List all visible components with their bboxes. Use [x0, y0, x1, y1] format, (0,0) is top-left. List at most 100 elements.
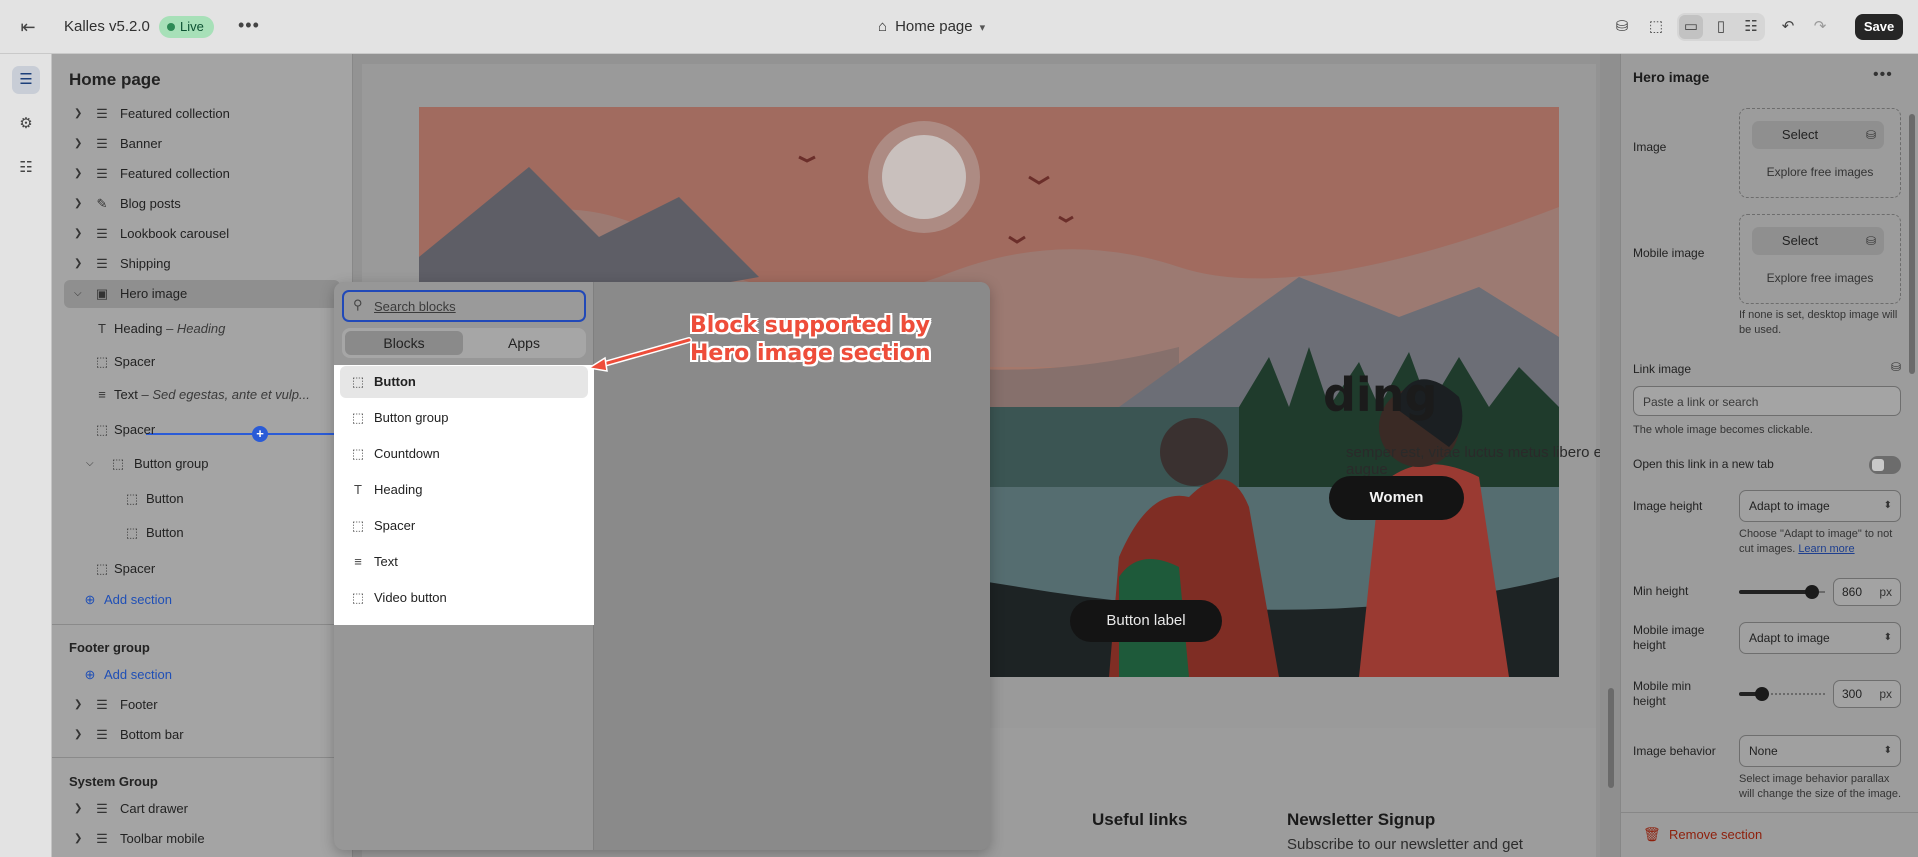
block-item[interactable]: ⬚ Button	[64, 519, 340, 547]
section-item-hero-image[interactable]: ⌵ ▣ Hero image	[64, 280, 340, 308]
image-behavior-select[interactable]: None ⬍	[1739, 735, 1901, 767]
image-height-select[interactable]: Adapt to image ⬍	[1739, 490, 1901, 522]
block-option-button-group[interactable]: ⬚ Button group	[340, 402, 588, 434]
tab-apps[interactable]: Apps	[465, 331, 583, 355]
section-item[interactable]: ❯ ☰ Bottom bar	[64, 721, 340, 749]
chevron-right-icon[interactable]: ❯	[74, 100, 82, 128]
preview-scrollbar[interactable]	[1600, 54, 1620, 857]
section-item[interactable]: ❯ ☰ Shipping	[64, 250, 340, 278]
image-icon: ▣	[95, 286, 109, 301]
section-item[interactable]: ❯ ☰ Cart drawer	[64, 795, 340, 823]
database-icon[interactable]: ⛁	[1866, 121, 1876, 149]
text-icon: T	[354, 482, 362, 497]
new-tab-toggle[interactable]	[1869, 456, 1901, 474]
redo-icon[interactable]: ↷	[1808, 15, 1832, 39]
search-blocks-field[interactable]: ⚲	[342, 290, 586, 322]
select-value: Adapt to image	[1749, 499, 1830, 513]
block-item[interactable]: ⌵ ⬚ Button group	[64, 450, 340, 478]
slider-fill	[1739, 590, 1812, 594]
save-button[interactable]: Save	[1855, 14, 1903, 40]
chevron-right-icon[interactable]: ❯	[74, 220, 82, 248]
tab-blocks[interactable]: Blocks	[345, 331, 463, 355]
add-section-button[interactable]: ⊕ Add section	[64, 661, 340, 689]
section-item[interactable]: ❯ ☰ Footer	[64, 691, 340, 719]
block-option-video-button[interactable]: ⬚ Video button	[340, 582, 588, 614]
section-item[interactable]: ❯ ☰ Featured collection	[64, 160, 340, 188]
block-item[interactable]: ⬚ Spacer	[64, 555, 340, 583]
mobile-min-height-input[interactable]: 300 px	[1833, 680, 1901, 708]
apps-icon[interactable]: ☷	[12, 154, 40, 182]
number-value: 860	[1842, 585, 1863, 599]
sections-icon[interactable]: ☰	[12, 66, 40, 94]
button-label-button[interactable]: Button label	[1070, 600, 1222, 642]
exit-icon[interactable]: ⇤	[16, 15, 40, 39]
mobile-min-height-slider[interactable]	[1739, 684, 1825, 704]
chevron-down-icon[interactable]: ⌵	[86, 450, 94, 478]
mobile-image-height-label: Mobile image height	[1633, 623, 1705, 652]
add-section-button[interactable]: ⊕ Add section	[64, 586, 340, 614]
section-icon: ☰	[96, 256, 108, 271]
top-bar: ⇤ Kalles v5.2.0 Live ••• ⌂ Home page ▾ ⛁ ⬚…	[0, 0, 1918, 54]
database-icon[interactable]: ⛁	[1866, 227, 1876, 255]
block-item[interactable]: ⬚ Button	[64, 485, 340, 513]
settings-scrollbar[interactable]	[1909, 114, 1915, 374]
block-option-text[interactable]: ≡ Text	[340, 546, 588, 578]
section-item[interactable]: ❯ ☰ Toolbar mobile	[64, 825, 340, 853]
scrollbar-thumb[interactable]	[1608, 688, 1614, 788]
mobile-image-height-select[interactable]: Adapt to image ⬍	[1739, 622, 1901, 654]
annotation-line-2: Hero image section	[690, 341, 931, 366]
dynamic-source-icon[interactable]: ⛁	[1891, 360, 1901, 374]
block-item[interactable]: T Heading – Heading	[64, 315, 340, 343]
chevron-right-icon[interactable]: ❯	[74, 250, 82, 278]
learn-more-link[interactable]: Learn more	[1798, 543, 1854, 555]
min-height-input[interactable]: 860 px	[1833, 578, 1901, 606]
settings-gear-icon[interactable]: ⚙	[12, 110, 40, 138]
block-option-countdown[interactable]: ⬚ Countdown	[340, 438, 588, 470]
section-item[interactable]: ❯ ☰ Banner	[64, 130, 340, 158]
image-select-button[interactable]: Select ⛁	[1752, 121, 1884, 149]
chevron-right-icon[interactable]: ❯	[74, 795, 82, 823]
page-selector[interactable]: ⌂ Home page ▾	[878, 16, 985, 38]
undo-icon[interactable]: ↶	[1776, 15, 1800, 39]
chevron-right-icon[interactable]: ❯	[74, 825, 82, 853]
slider-knob[interactable]	[1805, 585, 1819, 599]
remove-section-button[interactable]: 🗑 Remove section	[1621, 812, 1918, 857]
button-icon: ⬚	[125, 491, 139, 506]
section-item[interactable]: ❯ ✎ Blog posts	[64, 190, 340, 218]
slider-knob[interactable]	[1755, 687, 1769, 701]
chevron-right-icon[interactable]: ❯	[74, 190, 82, 218]
divider	[52, 757, 353, 758]
section-item[interactable]: ❯ ☰ Lookbook carousel	[64, 220, 340, 248]
explore-free-images-link[interactable]: Explore free images	[1740, 165, 1900, 179]
chevron-right-icon[interactable]: ❯	[74, 130, 82, 158]
image-behavior-label: Image behavior	[1633, 744, 1716, 758]
chevron-right-icon[interactable]: ❯	[74, 691, 82, 719]
women-button[interactable]: Women	[1329, 476, 1464, 520]
block-item[interactable]: ≡ Text – Sed egestas, ante et vulp...	[64, 381, 340, 409]
search-blocks-input[interactable]	[374, 296, 574, 316]
explore-free-images-link[interactable]: Explore free images	[1740, 271, 1900, 285]
block-item[interactable]: ⬚ Spacer	[64, 348, 340, 376]
chevron-right-icon[interactable]: ❯	[74, 160, 82, 188]
fullwidth-icon[interactable]: ☷	[1739, 15, 1763, 39]
block-item[interactable]: ⬚ Spacer	[64, 416, 340, 444]
chevron-right-icon[interactable]: ❯	[74, 721, 82, 749]
link-input[interactable]	[1643, 393, 1883, 410]
desktop-icon[interactable]: ▭	[1679, 15, 1703, 39]
min-height-slider[interactable]	[1739, 582, 1825, 602]
more-options-icon[interactable]: •••	[1873, 66, 1893, 84]
annotation-line-1: Block supported by	[690, 313, 930, 338]
more-actions-icon[interactable]: •••	[238, 15, 260, 36]
mobile-image-picker: Select ⛁ Explore free images	[1739, 214, 1901, 304]
link-field[interactable]	[1633, 386, 1901, 416]
mobile-icon[interactable]: ▯	[1709, 15, 1733, 39]
database-icon[interactable]: ⛁	[1610, 15, 1634, 39]
block-option-heading[interactable]: T Heading	[340, 474, 588, 506]
section-item[interactable]: ❯ ☰ Featured collection	[64, 100, 340, 128]
chevron-down-icon[interactable]: ⌵	[74, 280, 82, 308]
select-label: Select	[1781, 127, 1819, 142]
inspector-icon[interactable]: ⬚	[1644, 15, 1668, 39]
mobile-image-select-button[interactable]: Select ⛁	[1752, 227, 1884, 255]
block-option-spacer[interactable]: ⬚ Spacer	[340, 510, 588, 542]
block-option-button[interactable]: ⬚ Button	[340, 366, 588, 398]
